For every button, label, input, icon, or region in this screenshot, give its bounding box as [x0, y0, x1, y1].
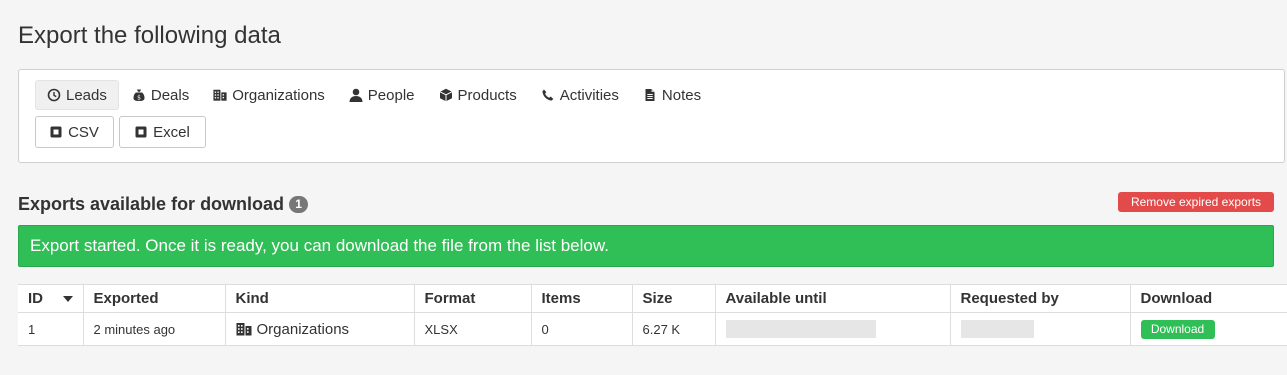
- kind-label: Organizations: [256, 320, 350, 338]
- tab-activities[interactable]: Activities: [530, 80, 630, 110]
- tab-notes[interactable]: Notes: [632, 80, 712, 110]
- table-header-row: ID Exported Kind Format Items Size Avail…: [18, 284, 1287, 313]
- tab-label: Organizations: [232, 86, 325, 104]
- column-available-until[interactable]: Available until: [715, 284, 951, 313]
- tab-leads[interactable]: Leads: [35, 80, 119, 110]
- excel-button[interactable]: Excel: [119, 116, 206, 148]
- cell-format: XLSX: [414, 312, 532, 346]
- table-row: 1 2 minutes ago Organizations XLSX 0 6.2…: [18, 312, 1287, 346]
- column-requested-by[interactable]: Requested by: [950, 284, 1131, 313]
- tab-label: Notes: [661, 86, 702, 104]
- exports-count-badge: 1: [289, 196, 309, 213]
- download-icon: [50, 126, 62, 138]
- cell-size: 6.27 K: [632, 312, 716, 346]
- phone-icon: [541, 88, 555, 102]
- tab-label: Deals: [150, 86, 190, 104]
- column-size[interactable]: Size: [632, 284, 716, 313]
- cell-items: 0: [531, 312, 633, 346]
- download-icon: [135, 126, 147, 138]
- tab-label: People: [367, 86, 415, 104]
- tab-deals[interactable]: $ Deals: [121, 80, 200, 110]
- tab-label: Products: [457, 86, 517, 104]
- csv-button[interactable]: CSV: [35, 116, 114, 148]
- tab-products[interactable]: Products: [428, 80, 528, 110]
- exports-section-title: Exports available for download 1: [18, 194, 309, 215]
- money-bag-icon: $: [132, 88, 146, 102]
- entity-tabs: Leads $ Deals Organizations People Produ…: [35, 80, 714, 110]
- tab-organizations[interactable]: Organizations: [202, 80, 336, 110]
- download-button[interactable]: Download: [1140, 319, 1215, 339]
- redacted-available-until: [725, 320, 876, 338]
- svg-text:$: $: [137, 95, 141, 102]
- exports-table: ID Exported Kind Format Items Size Avail…: [18, 284, 1287, 346]
- column-kind[interactable]: Kind: [225, 284, 415, 313]
- building-icon: [213, 88, 227, 102]
- column-items[interactable]: Items: [531, 284, 633, 313]
- column-exported[interactable]: Exported: [83, 284, 226, 313]
- redacted-requested-by: [960, 320, 1034, 338]
- export-options-panel: Leads $ Deals Organizations People Produ…: [18, 69, 1285, 163]
- column-download: Download: [1130, 284, 1287, 313]
- sort-desc-icon: [62, 296, 73, 302]
- clock-icon: [47, 88, 61, 102]
- building-icon: [236, 321, 252, 337]
- cell-id: 1: [18, 312, 84, 346]
- csv-label: CSV: [68, 123, 99, 141]
- excel-label: Excel: [153, 123, 190, 141]
- success-alert: Export started. Once it is ready, you ca…: [18, 225, 1274, 267]
- tab-label: Leads: [66, 86, 107, 104]
- person-icon: [349, 88, 363, 102]
- tab-people[interactable]: People: [338, 80, 426, 110]
- cell-download: Download: [1130, 312, 1287, 346]
- cell-requested-by: [950, 312, 1131, 346]
- box-icon: [439, 88, 453, 102]
- tab-label: Activities: [559, 86, 619, 104]
- format-buttons: CSV Excel: [35, 116, 211, 148]
- column-format[interactable]: Format: [414, 284, 532, 313]
- page-title: Export the following data: [18, 22, 281, 49]
- exports-title-text: Exports available for download: [18, 194, 285, 214]
- cell-kind: Organizations: [225, 312, 415, 346]
- note-icon: [643, 88, 657, 102]
- remove-expired-exports-button[interactable]: Remove expired exports: [1118, 192, 1274, 212]
- cell-exported: 2 minutes ago: [83, 312, 226, 346]
- cell-available-until: [715, 312, 951, 346]
- column-id[interactable]: ID: [18, 284, 84, 313]
